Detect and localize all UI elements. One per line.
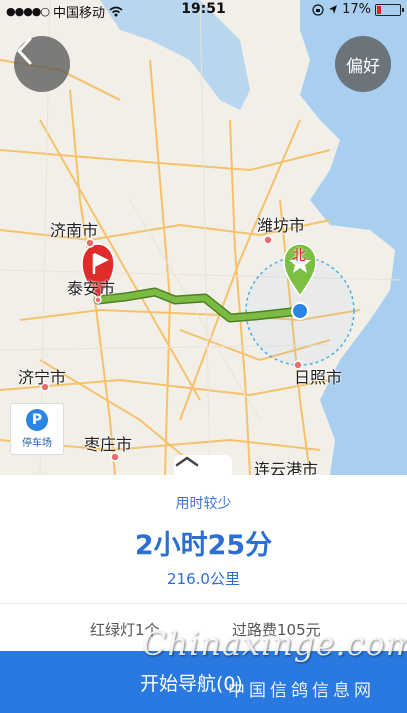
parking-label: 停车场: [22, 438, 52, 449]
location-arrow-icon: [329, 5, 338, 14]
route-duration: 2小时25分: [134, 530, 273, 561]
parking-button[interactable]: P 停车场: [10, 403, 64, 455]
panel-expand-handle[interactable]: [174, 455, 232, 475]
city-label-jining: 济宁市: [18, 368, 67, 387]
preference-button[interactable]: 偏好: [335, 36, 391, 92]
map-view[interactable]: 济南市 泰安市 潍坊市 济宁市 日照市 枣庄市 连云港市 北 偏好 P 停车场: [0, 0, 407, 475]
battery-fill: [377, 5, 381, 14]
city-label-jinan: 济南市: [50, 221, 99, 240]
city-label-rizhao: 日照市: [294, 368, 343, 387]
divider: [0, 603, 407, 604]
parking-icon: P: [26, 409, 48, 431]
battery-percent: 17%: [342, 2, 371, 17]
city-label-lianyungang: 连云港市: [254, 460, 319, 475]
current-location-dot: [293, 304, 307, 318]
watermark-sub: 中国信鸽信息网: [228, 681, 375, 701]
city-label-zaozhuang: 枣庄市: [84, 435, 133, 454]
back-button[interactable]: [14, 36, 70, 92]
chevron-up-icon: [175, 456, 199, 467]
chevron-left-icon: [17, 37, 32, 65]
route-distance: 216.0公里: [167, 570, 240, 588]
rotation-lock-icon: [312, 3, 324, 16]
battery-icon: [375, 3, 404, 16]
city-label-weifang: 潍坊市: [257, 216, 306, 235]
status-bar: ●●●●○ 中国移动 19:51 17%: [0, 0, 407, 21]
watermark-brand: Chinaxinge.com: [142, 625, 407, 663]
city-label-taian: 泰安市: [67, 279, 116, 298]
route-tag: 用时较少: [175, 496, 232, 512]
north-indicator: 北: [292, 248, 306, 264]
